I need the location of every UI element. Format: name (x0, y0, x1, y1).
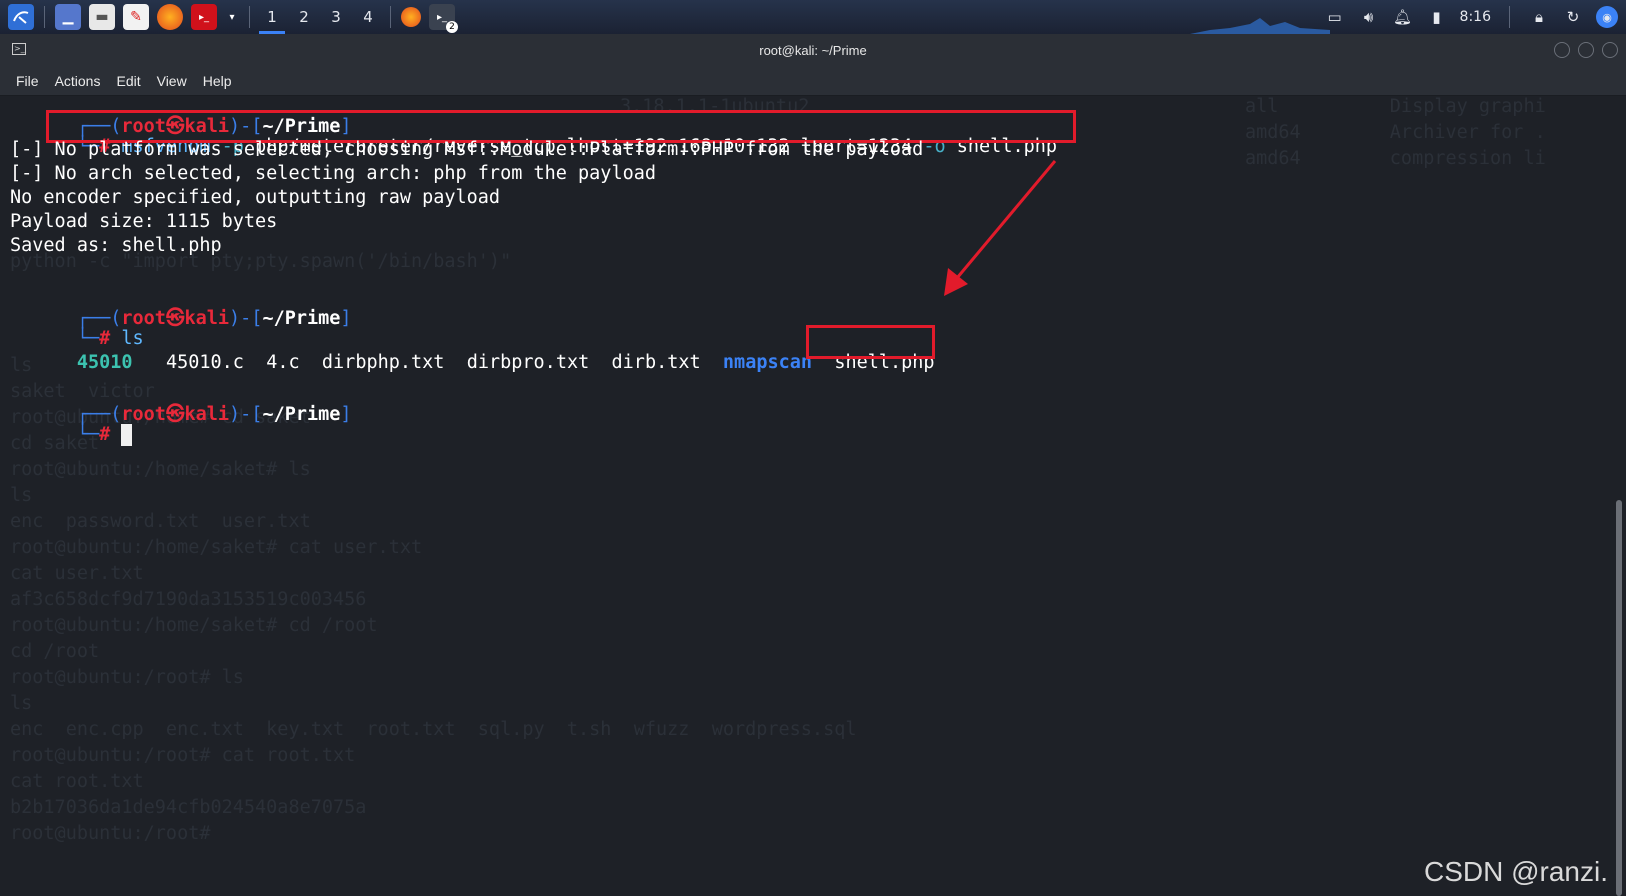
ghost-text: enc password.txt user.txt (10, 511, 311, 532)
title-bar: >_ root@kali: ~/Prime (0, 34, 1626, 66)
ghost-text: ls (10, 485, 33, 506)
show-desktop-icon[interactable]: ▁ (55, 4, 81, 30)
ls-item: dirbphp.txt (321, 352, 445, 373)
menu-file[interactable]: File (8, 73, 47, 89)
prompt-host: kali (184, 404, 230, 425)
system-tray: ▭ 🔊︎ 🔔︎ ▮ 8:16 🔒︎ ↻ ◉ (1324, 0, 1626, 34)
prompt-path: ~/Prime (262, 308, 341, 329)
terminal-cursor (121, 424, 133, 446)
ghost-text: root@ubuntu:/root# ls (10, 667, 244, 688)
prompt-box: )-[ (229, 308, 263, 329)
bell-icon[interactable]: 🔔︎ (1392, 6, 1414, 28)
prompt-path: ~/Prime (262, 404, 341, 425)
firefox-window-icon[interactable] (401, 7, 421, 27)
logout-icon[interactable]: ↻ (1562, 6, 1584, 28)
window-controls (1554, 42, 1618, 58)
clock[interactable]: 8:16 (1460, 9, 1491, 25)
ls-item: nmapscan (722, 352, 813, 373)
ghost-text: ls (10, 693, 33, 714)
volume-icon[interactable]: 🔊︎ (1358, 6, 1380, 28)
taskbar-separator (44, 6, 45, 28)
ghost-text: root@ubuntu:/home/saket# cat user.txt (10, 537, 423, 558)
kali-menu-icon[interactable] (8, 4, 34, 30)
menu-help[interactable]: Help (195, 73, 240, 89)
output-line: [-] No arch selected, selecting arch: ph… (10, 163, 657, 184)
terminal-output[interactable]: 3.18.1.1-1ubuntu2 all Display graphi amd… (0, 96, 1626, 896)
prompt-hash: # (99, 424, 111, 445)
terminal-window-icon[interactable]: ▸_ 2 (429, 4, 458, 33)
output-line: Saved as: shell.php (10, 235, 222, 256)
text-editor-icon[interactable]: ✎ (123, 4, 149, 30)
prompt-box: ] (340, 404, 352, 425)
annotation-arrow (944, 160, 1057, 296)
ghost-text: af3c658dcf9d7190da3153519c003456 (10, 589, 367, 610)
output-line: [-] No platform was selected, choosing M… (10, 139, 924, 160)
output-line: Payload size: 1115 bytes (10, 211, 278, 232)
terminal-window: >_ root@kali: ~/Prime File Actions Edit … (0, 34, 1626, 896)
prompt-box: )-[ (229, 404, 263, 425)
ls-item: 4.c (266, 352, 300, 373)
watermark: CSDN @ranzi. (1423, 856, 1608, 887)
lock-icon[interactable]: 🔒︎ (1528, 6, 1550, 28)
maximize-button[interactable] (1578, 42, 1594, 58)
menu-edit[interactable]: Edit (108, 73, 148, 89)
ghost-text: root@ubuntu:/root# cat root.txt (10, 745, 356, 766)
output-line: No encoder specified, outputting raw pay… (10, 187, 501, 208)
highlight-box-file (806, 325, 935, 359)
command-line: └─# (10, 403, 133, 467)
ghost-text: cat root.txt (10, 771, 144, 792)
prompt-host: kali (184, 308, 230, 329)
cpu-graph (1190, 0, 1330, 34)
window-count-badge: 2 (446, 21, 458, 33)
close-button[interactable] (1602, 42, 1618, 58)
ghost-text: all Display graphi (1245, 96, 1546, 117)
ghost-text: enc enc.cpp enc.txt key.txt root.txt sql… (10, 719, 857, 740)
user-avatar-icon[interactable]: ◉ (1596, 6, 1618, 28)
terminal-red-icon[interactable]: ▸_ (191, 4, 217, 30)
prompt-box: ] (340, 308, 352, 329)
chevron-down-icon[interactable]: ▾ (225, 4, 239, 30)
workspace-1[interactable]: 1 (256, 0, 288, 34)
workspace-3[interactable]: 3 (320, 0, 352, 34)
menu-view[interactable]: View (149, 73, 195, 89)
ls-item: 45010 (76, 352, 133, 373)
firefox-icon[interactable] (157, 4, 183, 30)
workspace-4[interactable]: 4 (352, 0, 384, 34)
menu-bar: File Actions Edit View Help (0, 66, 1626, 96)
taskbar-left: ▁ ▬ ✎ ▸_ ▾ 1 2 3 4 ▸_ 2 (0, 0, 459, 34)
ls-item: dirb.txt (611, 352, 701, 373)
workspace-2[interactable]: 2 (288, 0, 320, 34)
scrollbar[interactable] (1616, 500, 1622, 896)
ghost-text: b2b17036da1de94cfb024540a8e7075a (10, 797, 367, 818)
taskbar: ▁ ▬ ✎ ▸_ ▾ 1 2 3 4 ▸_ 2 ▭ 🔊︎ 🔔︎ ▮ 8:16 🔒… (0, 0, 1626, 34)
menu-actions[interactable]: Actions (47, 73, 109, 89)
ls-item: dirbpro.txt (466, 352, 590, 373)
ls-item: 45010.c (165, 352, 244, 373)
taskbar-separator (390, 6, 391, 28)
prompt-box: └─ (76, 424, 100, 445)
battery-icon[interactable]: ▮ (1426, 6, 1448, 28)
ghost-text: amd64 Archiver for . (1245, 122, 1546, 143)
taskbar-separator (249, 6, 250, 28)
ghost-text: cat user.txt (10, 563, 144, 584)
ghost-text: root@ubuntu:/home/saket# cd /root (10, 615, 378, 636)
file-manager-icon[interactable]: ▬ (89, 4, 115, 30)
taskbar-separator (1509, 6, 1510, 28)
skull-icon: ㉿ (165, 404, 185, 425)
window-title: root@kali: ~/Prime (759, 42, 867, 58)
ghost-text: cd /root (10, 641, 100, 662)
minimize-button[interactable] (1554, 42, 1570, 58)
ghost-text: amd64 compression li (1245, 148, 1546, 169)
ghost-text: root@ubuntu:/root# (10, 823, 222, 844)
skull-icon: ㉿ (165, 308, 185, 329)
